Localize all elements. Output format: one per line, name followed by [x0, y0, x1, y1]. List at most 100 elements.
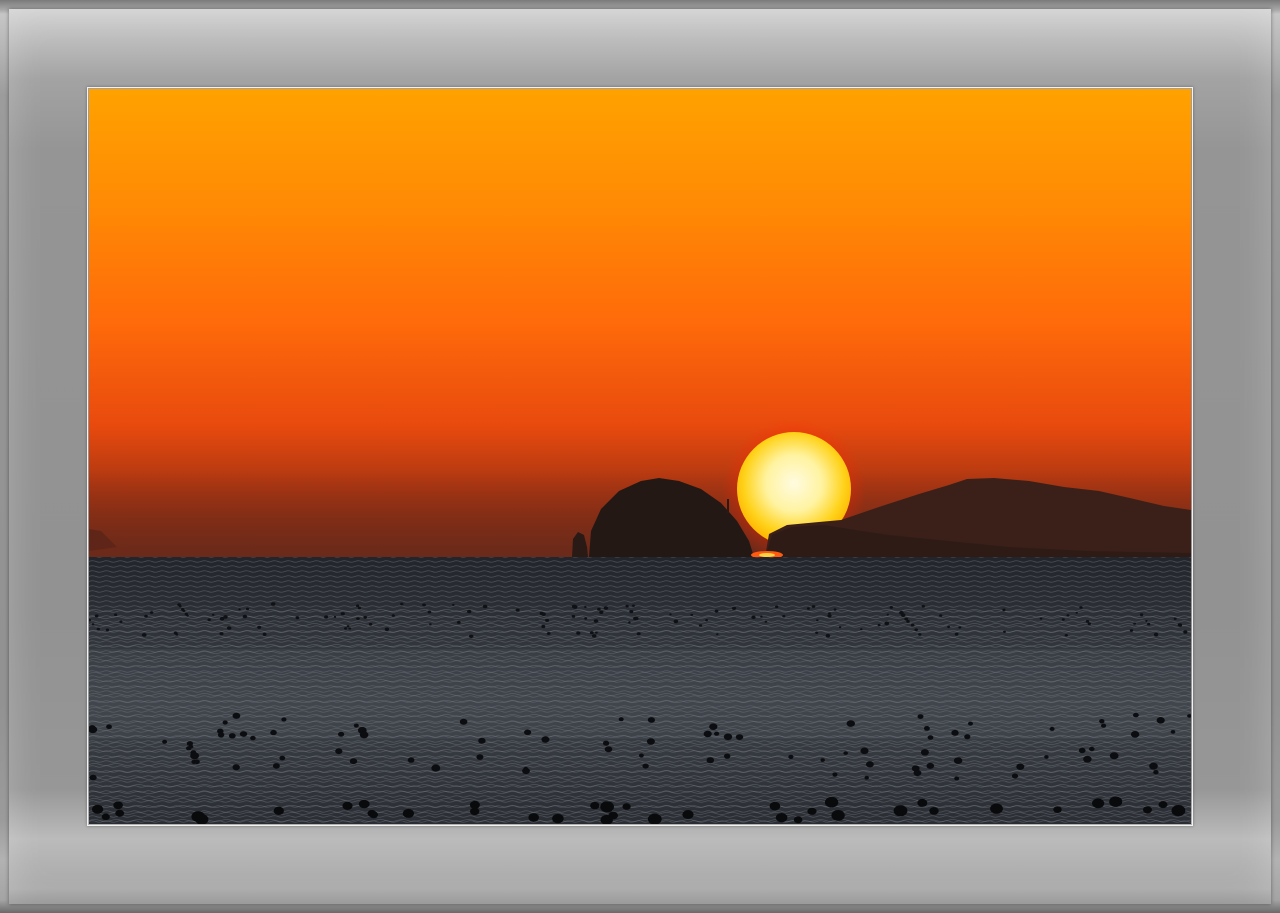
buoy	[119, 620, 123, 623]
buoy	[846, 720, 855, 727]
buoy	[1089, 746, 1095, 752]
buoy	[349, 758, 358, 765]
buoy	[917, 714, 924, 719]
buoy	[860, 628, 863, 631]
buoy	[459, 718, 468, 725]
buoy	[541, 612, 546, 616]
buoy	[482, 604, 488, 609]
buoy	[638, 753, 644, 758]
buoy	[669, 613, 672, 616]
buoy	[889, 606, 893, 609]
buoy	[238, 608, 241, 611]
buoy	[1083, 755, 1092, 763]
buoy	[228, 733, 236, 739]
buoy	[342, 801, 353, 811]
buoy	[597, 607, 601, 611]
sun-reflection-core	[759, 553, 775, 557]
buoy	[1153, 632, 1159, 637]
buoy	[469, 634, 474, 638]
buoy	[714, 609, 719, 613]
buoy	[89, 774, 97, 781]
buoy	[877, 623, 881, 627]
buoy	[900, 613, 906, 617]
buoy	[1011, 773, 1019, 779]
buoy	[250, 735, 256, 741]
buoy	[452, 603, 455, 606]
buoy	[716, 633, 719, 636]
buoy	[866, 761, 874, 768]
buoy	[105, 628, 110, 632]
buoy	[831, 810, 845, 821]
buoy	[348, 627, 352, 630]
buoy	[968, 721, 973, 726]
buoy	[1016, 763, 1025, 770]
buoy	[1039, 617, 1043, 620]
buoy	[921, 604, 925, 608]
buoy	[954, 632, 959, 636]
buoy	[576, 631, 581, 635]
buoy	[91, 623, 95, 626]
buoy	[344, 627, 348, 630]
buoy	[714, 731, 720, 736]
buoy	[1179, 624, 1182, 627]
buoy	[242, 614, 248, 619]
buoy	[886, 613, 889, 616]
buoy	[469, 800, 480, 809]
buoy	[94, 614, 99, 618]
buoy	[545, 618, 550, 623]
buoy	[1156, 717, 1165, 724]
buoy	[1173, 617, 1177, 620]
buoy	[1153, 770, 1159, 775]
buoy	[603, 740, 610, 746]
buoy	[751, 615, 756, 619]
buoy	[618, 717, 624, 722]
buoy	[1053, 806, 1062, 813]
sea-sheen	[89, 649, 1191, 739]
buoy	[595, 631, 598, 634]
buoy	[113, 801, 123, 810]
buoy	[346, 625, 350, 628]
buoy	[541, 624, 546, 629]
buoy	[522, 767, 530, 775]
mast	[727, 499, 729, 513]
buoy	[324, 615, 329, 619]
buoy	[402, 808, 414, 818]
buoy	[552, 813, 564, 824]
buoy	[1129, 629, 1134, 632]
buoy	[178, 605, 182, 608]
buoy	[356, 617, 360, 620]
buoy	[262, 632, 267, 637]
buoy	[828, 612, 831, 615]
buoy	[775, 605, 779, 609]
buoy	[114, 613, 118, 616]
buoy	[1079, 606, 1083, 609]
buoy	[642, 763, 649, 769]
buoy	[1133, 712, 1139, 718]
buoy	[571, 604, 577, 609]
buoy	[1183, 630, 1188, 634]
buoy	[340, 612, 345, 616]
buoy	[384, 627, 390, 632]
buoy	[528, 813, 539, 822]
sunset-photo	[89, 89, 1191, 824]
buoy	[273, 806, 284, 815]
buoy	[369, 811, 379, 819]
buoy	[769, 801, 781, 811]
buoy	[1092, 798, 1105, 809]
buoy	[1064, 634, 1068, 637]
buoy	[939, 614, 943, 617]
buoy	[584, 617, 588, 620]
buoy	[926, 762, 935, 769]
buoy	[832, 772, 838, 777]
buoy	[1133, 622, 1136, 625]
buoy	[1085, 620, 1090, 623]
buoy	[913, 769, 922, 777]
buoy	[724, 753, 731, 759]
buoy	[703, 730, 712, 738]
buoy	[705, 619, 708, 622]
buoy	[245, 607, 250, 611]
buoy	[295, 616, 300, 620]
buoy	[815, 631, 819, 634]
buoy	[232, 764, 240, 771]
buoy	[431, 764, 441, 772]
